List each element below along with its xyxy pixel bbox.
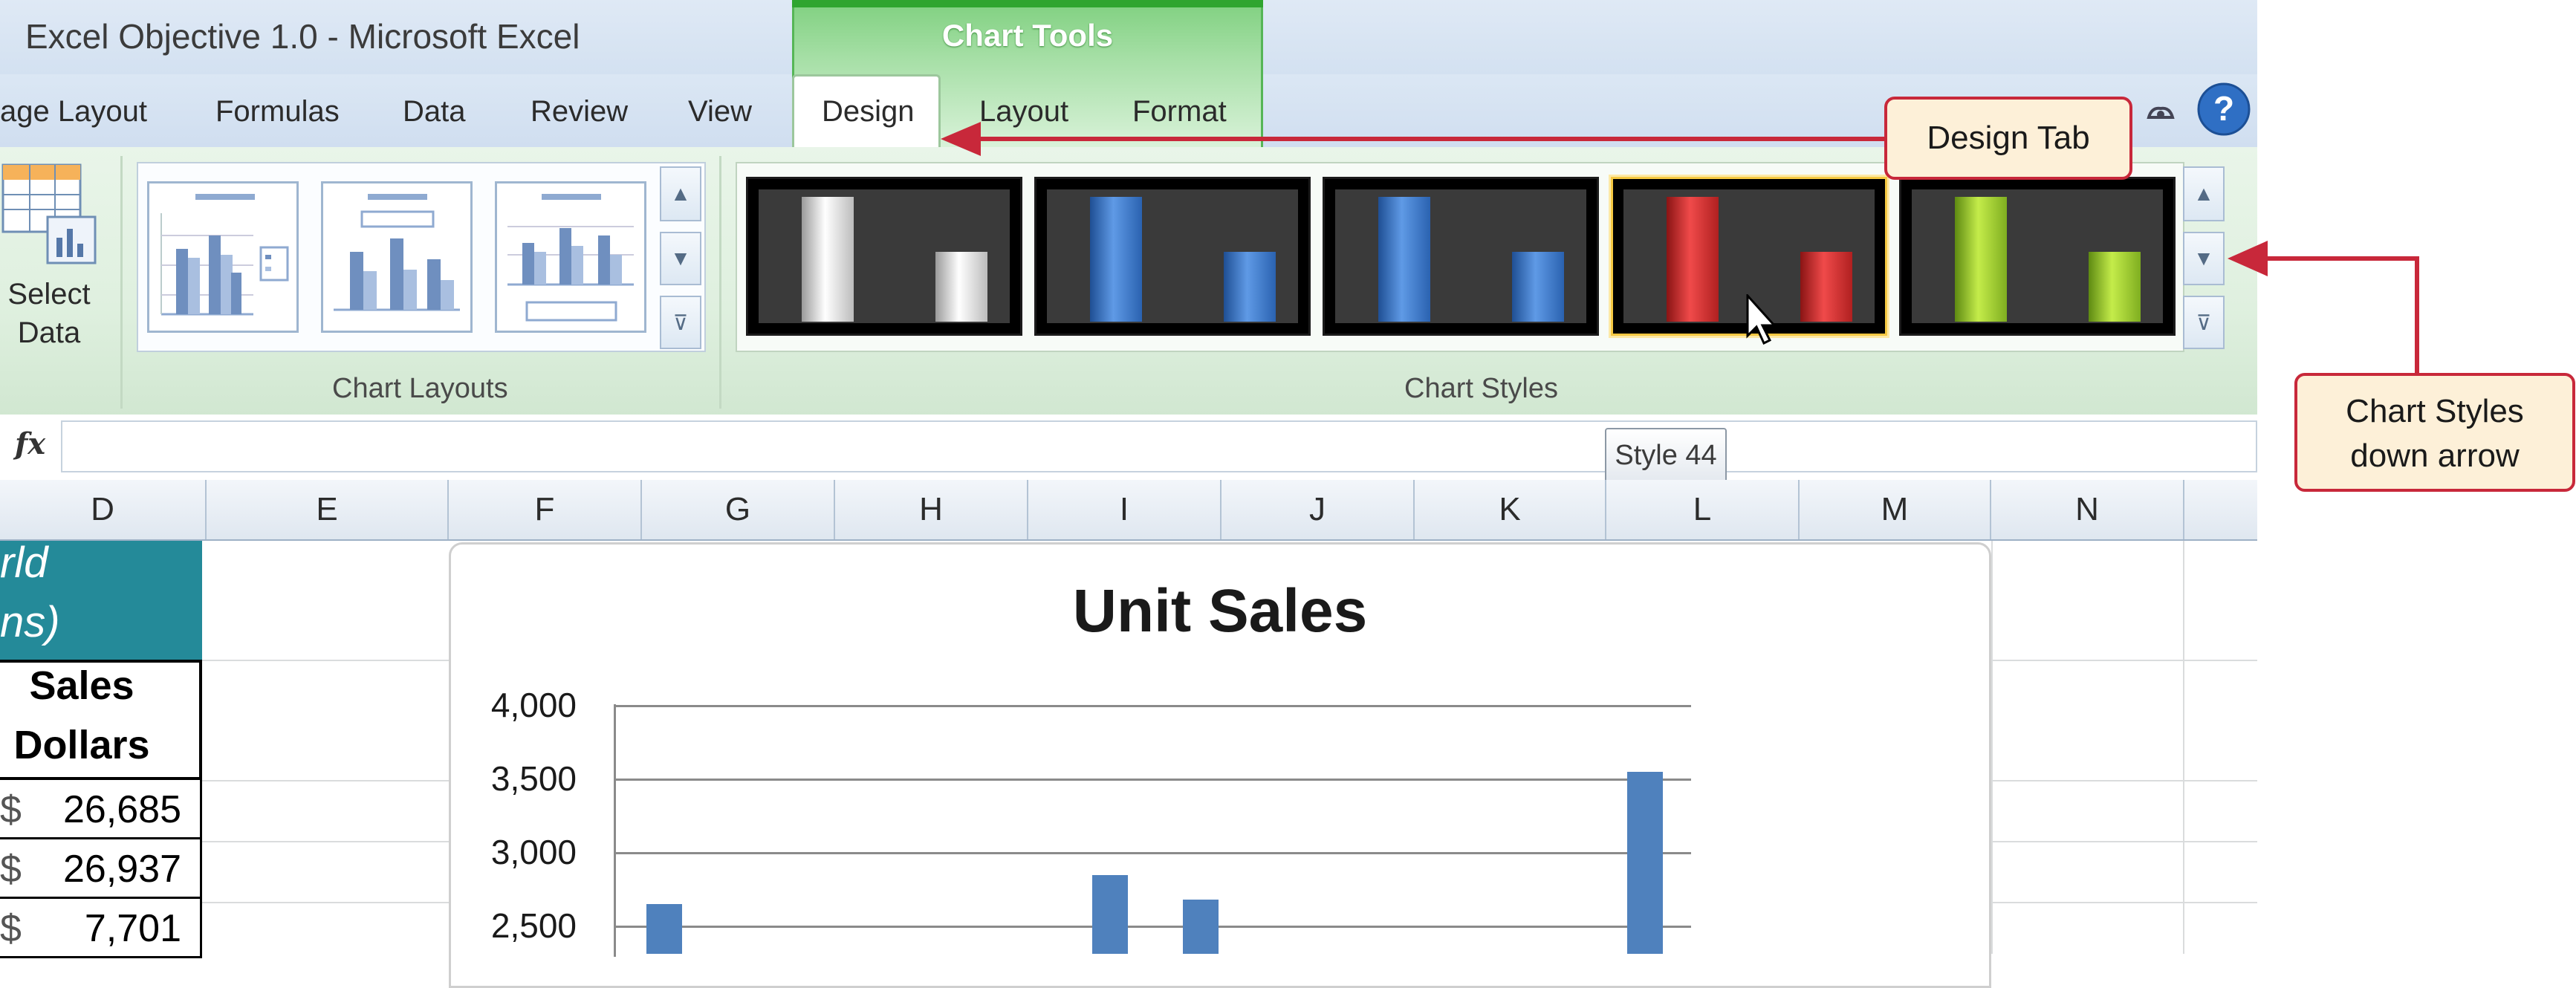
teal-header-line1: rld — [0, 539, 48, 587]
minimize-ribbon-icon[interactable] — [2144, 95, 2177, 128]
grid-line — [1991, 902, 2257, 903]
column-header-n[interactable]: N — [1991, 480, 2184, 539]
chevron-up-icon: ▲ — [670, 182, 691, 205]
chart-gridline — [614, 705, 1691, 707]
column-header-i[interactable]: I — [1028, 480, 1222, 539]
sales-value: 26,685 — [62, 788, 181, 831]
column-header-l[interactable]: L — [1606, 480, 1800, 539]
grid-line — [202, 780, 449, 781]
y-tick-label: 3,000 — [490, 833, 577, 871]
grid-line — [1991, 660, 2257, 661]
y-axis-line — [614, 704, 616, 957]
sales-value: 26,937 — [62, 848, 181, 891]
chart-style-3[interactable] — [1323, 177, 1599, 336]
mouse-cursor-icon — [1746, 293, 1779, 346]
sales-header-line1: Sales — [29, 663, 134, 708]
chart-styles-callout-line1: Chart Styles — [2346, 393, 2524, 429]
tab-review[interactable]: Review — [531, 95, 628, 129]
grid-line — [1991, 841, 2257, 842]
grid-line — [2183, 541, 2184, 954]
chevron-up-icon: ▲ — [2193, 182, 2214, 205]
tab-format[interactable]: Format — [1132, 95, 1227, 129]
column-header-g[interactable]: G — [642, 480, 835, 539]
sales-header-line2: Dollars — [13, 723, 150, 767]
chart-styles-callout-line-h — [2266, 256, 2419, 261]
select-data-label-2: Data — [17, 316, 81, 349]
select-data-button[interactable]: Select Data — [4, 275, 94, 352]
chart-bar[interactable] — [1183, 900, 1219, 954]
chart-layout-1[interactable] — [147, 181, 299, 333]
more-dropdown-icon: ⊽ — [2196, 311, 2212, 334]
chart-bar[interactable] — [1627, 772, 1663, 954]
chart-styles-callout-line2: down arrow — [2350, 438, 2520, 474]
y-tick-label: 4,000 — [490, 686, 577, 724]
chevron-down-icon: ▼ — [670, 247, 691, 270]
tab-design[interactable]: Design — [822, 95, 915, 129]
chart-styles-group-label: Chart Styles — [1404, 373, 1558, 404]
chart-gridline — [614, 926, 1691, 928]
help-icon[interactable]: ? — [2196, 82, 2251, 137]
design-tab-callout-line — [966, 137, 1887, 141]
chart-layout-3[interactable] — [495, 181, 646, 333]
tab-view[interactable]: View — [688, 95, 752, 129]
currency-symbol: $ — [0, 907, 22, 950]
column-header-j[interactable]: J — [1222, 480, 1415, 539]
column-header-h[interactable]: H — [835, 480, 1028, 539]
grid-line — [202, 902, 449, 903]
tab-formulas[interactable]: Formulas — [215, 95, 340, 129]
styles-more-button[interactable]: ⊽ — [2183, 296, 2225, 349]
tab-layout[interactable]: Layout — [979, 95, 1068, 129]
styles-scroll-down-button[interactable]: ▼ — [2183, 232, 2225, 285]
grid-line — [202, 660, 449, 661]
chart-styles-callout-line-v — [2415, 256, 2419, 375]
chart-tools-accent — [792, 0, 1263, 7]
chart-styles-callout: Chart Styles down arrow — [2294, 373, 2575, 492]
chart-layout-2[interactable] — [321, 181, 473, 333]
tab-page-layout[interactable]: age Layout — [0, 95, 147, 129]
svg-text:?: ? — [2213, 89, 2234, 128]
chart-style-5[interactable] — [1899, 177, 2176, 336]
arrow-left-icon — [941, 122, 981, 156]
column-header-m[interactable]: M — [1800, 480, 1991, 539]
group-separator — [120, 156, 123, 409]
chart-tools-label: Chart Tools — [941, 18, 1114, 53]
y-tick-label: 3,500 — [490, 759, 577, 798]
select-data-icon[interactable] — [0, 160, 97, 272]
column-header-e[interactable]: E — [207, 480, 449, 539]
styles-scroll-up-button[interactable]: ▲ — [2183, 166, 2225, 221]
group-separator — [719, 156, 721, 409]
window-title: Excel Objective 1.0 - Microsoft Excel — [25, 17, 580, 56]
function-icon[interactable]: fx — [15, 426, 45, 461]
column-header-f[interactable]: F — [449, 480, 642, 539]
formula-input[interactable] — [61, 420, 2257, 472]
arrow-left-icon — [2228, 241, 2268, 276]
column-header-d[interactable]: D — [0, 480, 207, 539]
grid-line — [1991, 541, 1993, 954]
currency-symbol: $ — [0, 848, 22, 891]
style-tooltip: Style 44 — [1605, 428, 1727, 483]
teal-header-line2: ns) — [0, 598, 60, 646]
select-data-label-1: Select — [7, 278, 91, 311]
layouts-more-button[interactable]: ⊽ — [660, 296, 701, 349]
column-header-k[interactable]: K — [1415, 480, 1606, 539]
chart-gridline — [614, 779, 1691, 781]
chevron-down-icon: ▼ — [2193, 247, 2214, 270]
chart-style-2[interactable] — [1034, 177, 1311, 336]
tab-data[interactable]: Data — [403, 95, 466, 129]
layouts-scroll-down-button[interactable]: ▼ — [660, 232, 701, 285]
currency-symbol: $ — [0, 788, 22, 831]
layouts-scroll-up-button[interactable]: ▲ — [660, 166, 701, 221]
chart-gridline — [614, 852, 1691, 854]
design-tab-callout: Design Tab — [1884, 97, 2132, 180]
y-tick-label: 2,500 — [490, 906, 577, 945]
more-dropdown-icon: ⊽ — [672, 311, 689, 334]
chart-style-1[interactable] — [746, 177, 1022, 336]
chart-bar[interactable] — [1092, 874, 1128, 954]
chart-title[interactable]: Unit Sales — [449, 576, 1991, 646]
grid-line — [202, 841, 449, 842]
grid-line — [1991, 780, 2257, 781]
chart-bar[interactable] — [646, 904, 682, 954]
sales-value: 7,701 — [84, 907, 181, 950]
chart-layouts-group-label: Chart Layouts — [332, 373, 508, 404]
